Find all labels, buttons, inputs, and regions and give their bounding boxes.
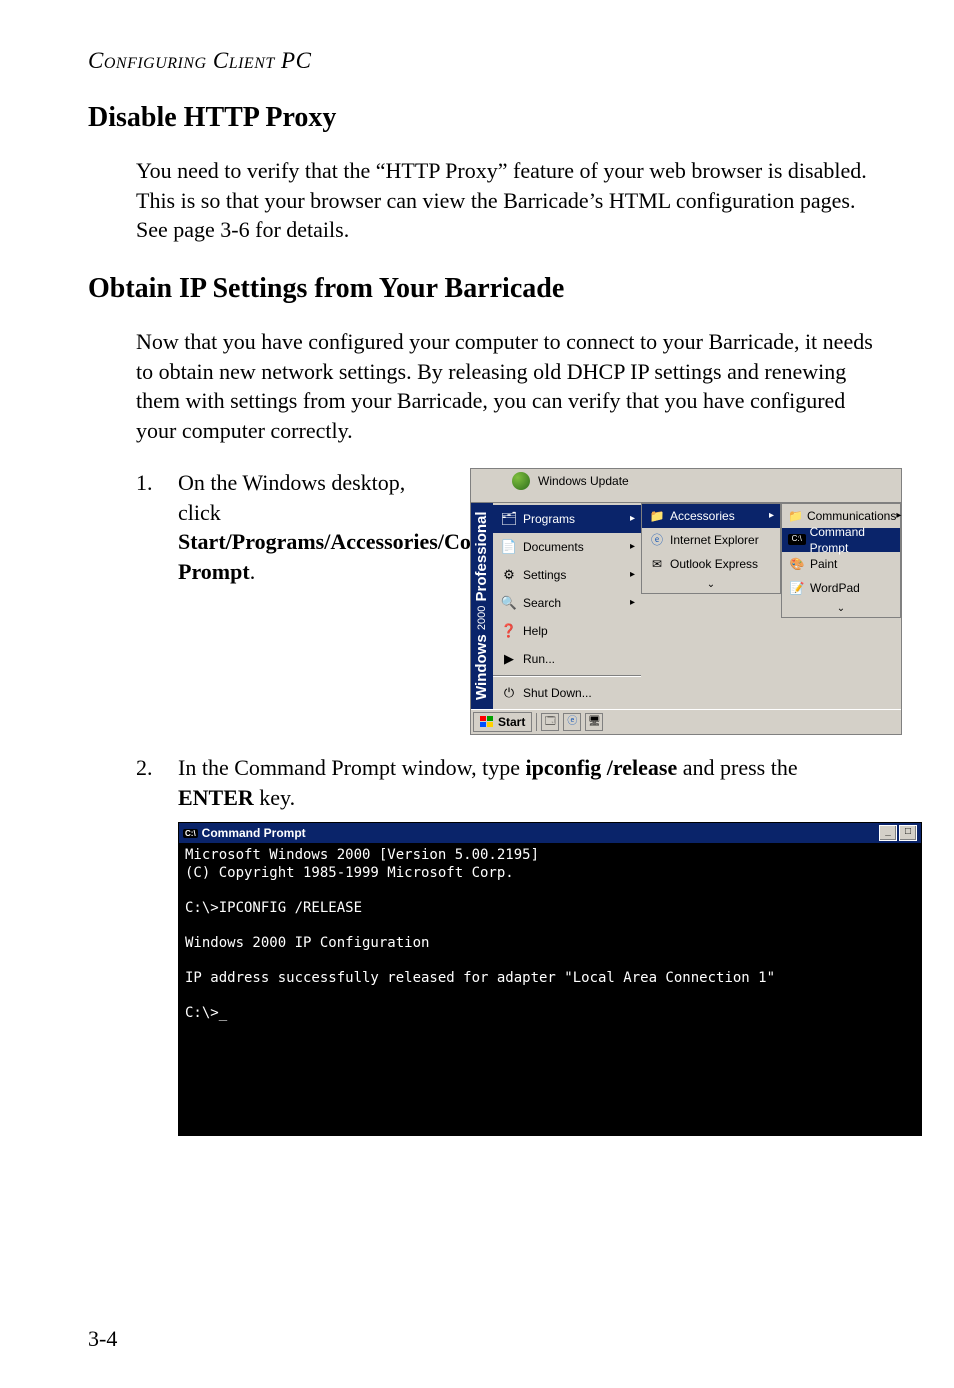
step1-post: . xyxy=(250,559,256,584)
cmd-line: C:\>IPCONFIG /RELEASE xyxy=(185,900,362,916)
submenu-label: Paint xyxy=(810,556,837,572)
settings-icon: ⚙ xyxy=(499,566,519,584)
quicklaunch-desktop-icon[interactable]: 🖥 xyxy=(585,713,603,731)
maximize-button[interactable]: □ xyxy=(899,825,917,841)
cmd-icon: C:\ xyxy=(788,534,806,545)
submenu-item-outlook[interactable]: ✉ Outlook Express xyxy=(642,552,780,576)
submenu-label: Communications xyxy=(807,508,896,524)
expand-chevron-icon[interactable]: ⌄ xyxy=(642,576,780,594)
menu-item-shutdown[interactable]: ⏻ Shut Down... xyxy=(493,679,641,707)
cmd-icon: C:\ xyxy=(183,829,198,838)
windows-flag-icon xyxy=(480,716,494,728)
paint-icon: 🎨 xyxy=(788,556,806,572)
windows-update-label: Windows Update xyxy=(538,473,629,489)
command-prompt-body[interactable]: Microsoft Windows 2000 [Version 5.00.219… xyxy=(179,843,921,1135)
menu-label: Run... xyxy=(523,651,555,667)
running-header: Configuring Client PC xyxy=(88,48,874,74)
quicklaunch-icon[interactable]: 🗔 xyxy=(541,713,559,731)
step2-bold2: ENTER xyxy=(178,785,254,810)
step1-number: 1. xyxy=(136,468,178,735)
windows-update-icon xyxy=(512,472,530,490)
start-button[interactable]: Start xyxy=(473,712,532,732)
menu-item-documents[interactable]: 📄 Documents ▸ xyxy=(493,533,641,561)
startmenu-main-column: 🗂 Programs ▸ 📄 Documents ▸ ⚙ Settings xyxy=(493,503,641,709)
help-icon: ❓ xyxy=(499,622,519,640)
folder-icon: 📁 xyxy=(788,508,803,524)
taskbar: Start 🗔 ⓔ 🖥 xyxy=(471,709,901,734)
menu-item-help[interactable]: ❓ Help xyxy=(493,617,641,645)
cmd-line: Microsoft Windows 2000 [Version 5.00.219… xyxy=(185,847,539,863)
submenu-item-ie[interactable]: ⓔ Internet Explorer xyxy=(642,528,780,552)
step2-bold1: ipconfig /release xyxy=(526,755,678,780)
shutdown-icon: ⏻ xyxy=(499,684,519,702)
cmd-line: Windows 2000 IP Configuration xyxy=(185,935,429,951)
step2-post: key. xyxy=(254,785,295,810)
submenu-label: Outlook Express xyxy=(670,556,758,572)
windows-update-item[interactable]: Windows Update xyxy=(471,469,901,503)
submenu-item-command-prompt[interactable]: C:\ Command Prompt xyxy=(782,528,900,552)
menu-separator xyxy=(493,675,641,677)
step1-pre: On the Windows desktop, click xyxy=(178,470,405,525)
command-prompt-titlebar[interactable]: C:\ Command Prompt _ □ xyxy=(179,823,921,843)
cmd-line: (C) Copyright 1985-1999 Microsoft Corp. xyxy=(185,865,514,881)
submenu-label: WordPad xyxy=(810,580,860,596)
quicklaunch-ie-icon[interactable]: ⓔ xyxy=(563,713,581,731)
step1-text: On the Windows desktop, click Start/Prog… xyxy=(178,468,448,587)
step2-mid: and press the xyxy=(677,755,797,780)
search-icon: 🔍 xyxy=(499,594,519,612)
menu-label: Programs xyxy=(523,511,575,527)
submenu-item-wordpad[interactable]: 📝 WordPad xyxy=(782,576,900,600)
command-prompt-title: Command Prompt xyxy=(202,826,306,840)
submenu-arrow-icon: ▸ xyxy=(896,509,901,523)
menu-label: Help xyxy=(523,623,548,639)
menu-label: Settings xyxy=(523,567,566,583)
menu-item-search[interactable]: 🔍 Search ▸ xyxy=(493,589,641,617)
cmd-line: IP address successfully released for ada… xyxy=(185,970,775,986)
submenu-arrow-icon: ▸ xyxy=(630,540,635,554)
accessories-submenu: 📁 Communications ▸ C:\ Command Prompt 🎨 … xyxy=(781,503,901,619)
step2-text: In the Command Prompt window, type ipcon… xyxy=(178,753,874,812)
section2-title: Obtain IP Settings from Your Barricade xyxy=(88,273,874,305)
menu-label: Documents xyxy=(523,539,584,555)
submenu-arrow-icon: ▸ xyxy=(630,568,635,582)
submenu-arrow-icon: ▸ xyxy=(630,596,635,610)
page-number: 3-4 xyxy=(88,1326,117,1352)
startmenu-brand-strip: Windows 2000 Professional xyxy=(471,503,493,709)
step2-number: 2. xyxy=(136,753,178,812)
submenu-arrow-icon: ▸ xyxy=(630,512,635,526)
cmd-prompt-line: C:\> xyxy=(185,1005,227,1021)
submenu-label: Internet Explorer xyxy=(670,532,759,548)
programs-icon: 🗂 xyxy=(499,510,519,528)
ie-icon: ⓔ xyxy=(648,532,666,548)
submenu-label: Accessories xyxy=(670,508,735,524)
command-prompt-window: C:\ Command Prompt _ □ Microsoft Windows… xyxy=(178,822,922,1136)
menu-label: Shut Down... xyxy=(523,685,592,701)
section1-body: You need to verify that the “HTTP Proxy”… xyxy=(136,156,874,245)
section2-body: Now that you have configured your comput… xyxy=(136,327,874,446)
expand-chevron-icon[interactable]: ⌄ xyxy=(782,600,900,618)
submenu-arrow-icon: ▸ xyxy=(769,509,774,523)
minimize-button[interactable]: _ xyxy=(879,825,897,841)
menu-item-settings[interactable]: ⚙ Settings ▸ xyxy=(493,561,641,589)
startmenu-screenshot: Windows Update Windows 2000 Professional… xyxy=(470,468,902,735)
submenu-item-paint[interactable]: 🎨 Paint xyxy=(782,552,900,576)
menu-label: Search xyxy=(523,595,561,611)
menu-item-run[interactable]: ▶ Run... xyxy=(493,645,641,673)
documents-icon: 📄 xyxy=(499,538,519,556)
programs-submenu: 📁 Accessories ▸ ⓔ Internet Explorer ✉ Ou… xyxy=(641,503,781,595)
submenu-item-accessories[interactable]: 📁 Accessories ▸ xyxy=(642,504,780,528)
section1-title: Disable HTTP Proxy xyxy=(88,102,874,134)
menu-item-programs[interactable]: 🗂 Programs ▸ xyxy=(493,505,641,533)
outlook-icon: ✉ xyxy=(648,556,666,572)
folder-icon: 📁 xyxy=(648,508,666,524)
run-icon: ▶ xyxy=(499,650,519,668)
wordpad-icon: 📝 xyxy=(788,580,806,596)
step2-pre: In the Command Prompt window, type xyxy=(178,755,526,780)
start-label: Start xyxy=(498,714,525,730)
